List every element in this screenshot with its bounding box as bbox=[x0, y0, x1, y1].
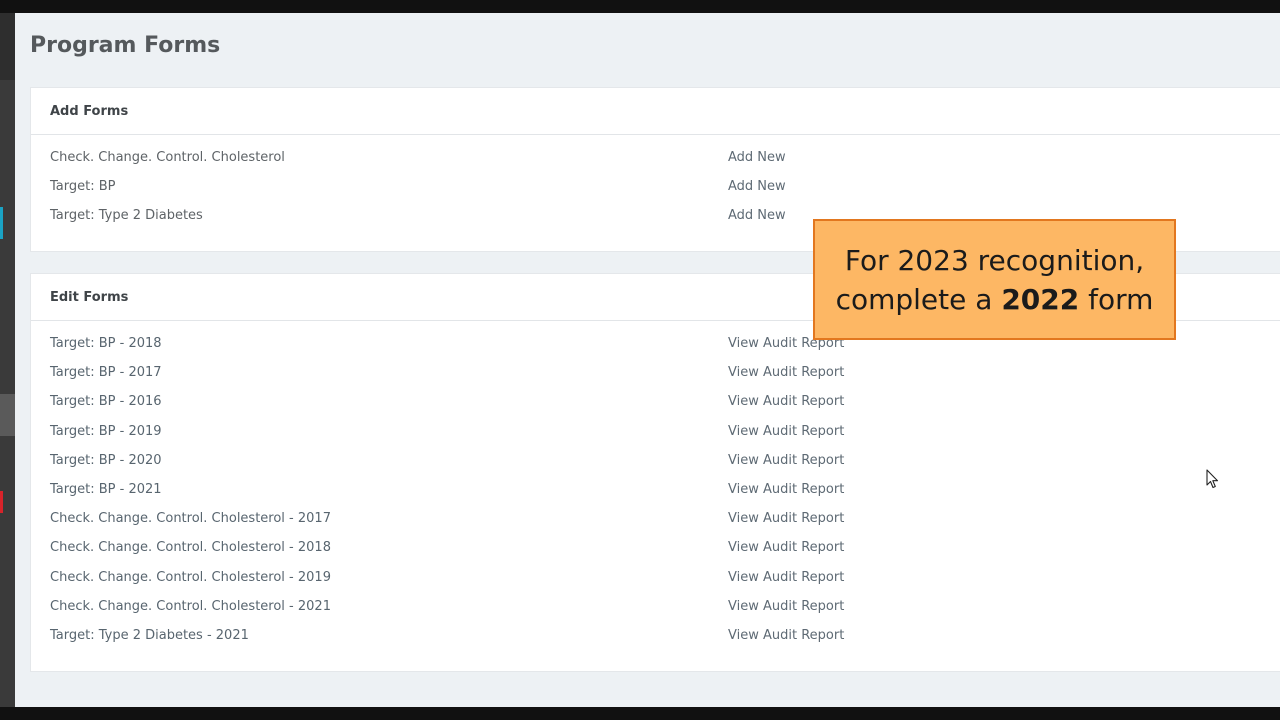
video-letterbox-top bbox=[0, 0, 1280, 13]
add-forms-list: Check. Change. Control. Cholesterol Add … bbox=[31, 135, 1280, 232]
list-item: Target: Type 2 Diabetes - 2021 View Audi… bbox=[31, 622, 1280, 651]
callout-annotation: For 2023 recognition, complete a 2022 fo… bbox=[813, 219, 1176, 340]
callout-line-2-suffix: form bbox=[1079, 282, 1154, 316]
list-item: Check. Change. Control. Cholesterol - 20… bbox=[31, 593, 1280, 622]
form-edit-link[interactable]: Check. Change. Control. Cholesterol - 20… bbox=[50, 599, 331, 614]
form-edit-link[interactable]: Check. Change. Control. Cholesterol - 20… bbox=[50, 570, 331, 585]
list-item: Target: BP - 2016 View Audit Report bbox=[31, 388, 1280, 417]
sidebar-alert-indicator bbox=[0, 491, 3, 513]
view-audit-report-link[interactable]: View Audit Report bbox=[728, 453, 844, 468]
view-audit-report-link[interactable]: View Audit Report bbox=[728, 511, 844, 526]
callout-line-2-prefix: complete a bbox=[835, 282, 1002, 316]
sidebar-header-block bbox=[0, 13, 15, 80]
form-edit-link[interactable]: Target: Type 2 Diabetes - 2021 bbox=[50, 628, 249, 643]
main-content: Program Forms Add Forms Check. Change. C… bbox=[15, 13, 1280, 707]
view-audit-report-link[interactable]: View Audit Report bbox=[728, 570, 844, 585]
form-name: Check. Change. Control. Cholesterol bbox=[50, 150, 285, 165]
view-audit-report-link[interactable]: View Audit Report bbox=[728, 424, 844, 439]
sidebar-highlighted-item[interactable] bbox=[0, 394, 15, 436]
list-item: Check. Change. Control. Cholesterol Add … bbox=[31, 144, 1280, 173]
list-item: Target: BP - 2017 View Audit Report bbox=[31, 359, 1280, 388]
form-edit-link[interactable]: Target: BP - 2020 bbox=[50, 453, 162, 468]
sidebar-active-indicator bbox=[0, 207, 3, 239]
list-item: Check. Change. Control. Cholesterol - 20… bbox=[31, 505, 1280, 534]
page-title: Program Forms bbox=[30, 33, 221, 58]
add-forms-title: Add Forms bbox=[50, 103, 129, 119]
video-letterbox-bottom bbox=[0, 707, 1280, 720]
form-edit-link[interactable]: Target: BP - 2019 bbox=[50, 424, 162, 439]
view-audit-report-link[interactable]: View Audit Report bbox=[728, 540, 844, 555]
edit-forms-title: Edit Forms bbox=[50, 289, 129, 305]
form-name: Target: Type 2 Diabetes bbox=[50, 208, 203, 224]
form-edit-link[interactable]: Target: BP - 2018 bbox=[50, 336, 162, 351]
view-audit-report-link[interactable]: View Audit Report bbox=[728, 628, 844, 643]
list-item: Check. Change. Control. Cholesterol - 20… bbox=[31, 534, 1280, 563]
view-audit-report-link[interactable]: View Audit Report bbox=[728, 394, 844, 409]
list-item: Target: BP - 2021 View Audit Report bbox=[31, 476, 1280, 505]
view-audit-report-link[interactable]: View Audit Report bbox=[728, 599, 844, 614]
form-edit-link[interactable]: Check. Change. Control. Cholesterol - 20… bbox=[50, 511, 331, 526]
view-audit-report-link[interactable]: View Audit Report bbox=[728, 482, 844, 497]
add-new-link[interactable]: Add New bbox=[728, 179, 786, 194]
mouse-pointer-icon bbox=[1206, 469, 1219, 489]
list-item: Target: BP - 2020 View Audit Report bbox=[31, 447, 1280, 476]
form-name: Target: BP bbox=[50, 179, 116, 195]
edit-forms-list: Target: BP - 2018 View Audit Report Targ… bbox=[31, 321, 1280, 651]
callout-line-1: For 2023 recognition, bbox=[844, 243, 1145, 277]
add-new-link[interactable]: Add New bbox=[728, 150, 786, 165]
form-edit-link[interactable]: Check. Change. Control. Cholesterol - 20… bbox=[50, 540, 331, 555]
left-sidebar-rail bbox=[0, 13, 15, 707]
view-audit-report-link[interactable]: View Audit Report bbox=[728, 365, 844, 380]
list-item: Check. Change. Control. Cholesterol - 20… bbox=[31, 564, 1280, 593]
add-forms-header: Add Forms bbox=[31, 88, 1280, 135]
add-new-link[interactable]: Add New bbox=[728, 208, 786, 223]
form-edit-link[interactable]: Target: BP - 2016 bbox=[50, 394, 162, 409]
form-edit-link[interactable]: Target: BP - 2021 bbox=[50, 482, 162, 497]
list-item: Target: BP Add New bbox=[31, 173, 1280, 202]
form-edit-link[interactable]: Target: BP - 2017 bbox=[50, 365, 162, 380]
list-item: Target: BP - 2019 View Audit Report bbox=[31, 418, 1280, 447]
callout-line-2: complete a 2022 form bbox=[836, 280, 1154, 319]
callout-year-emphasis: 2022 bbox=[1001, 282, 1080, 316]
